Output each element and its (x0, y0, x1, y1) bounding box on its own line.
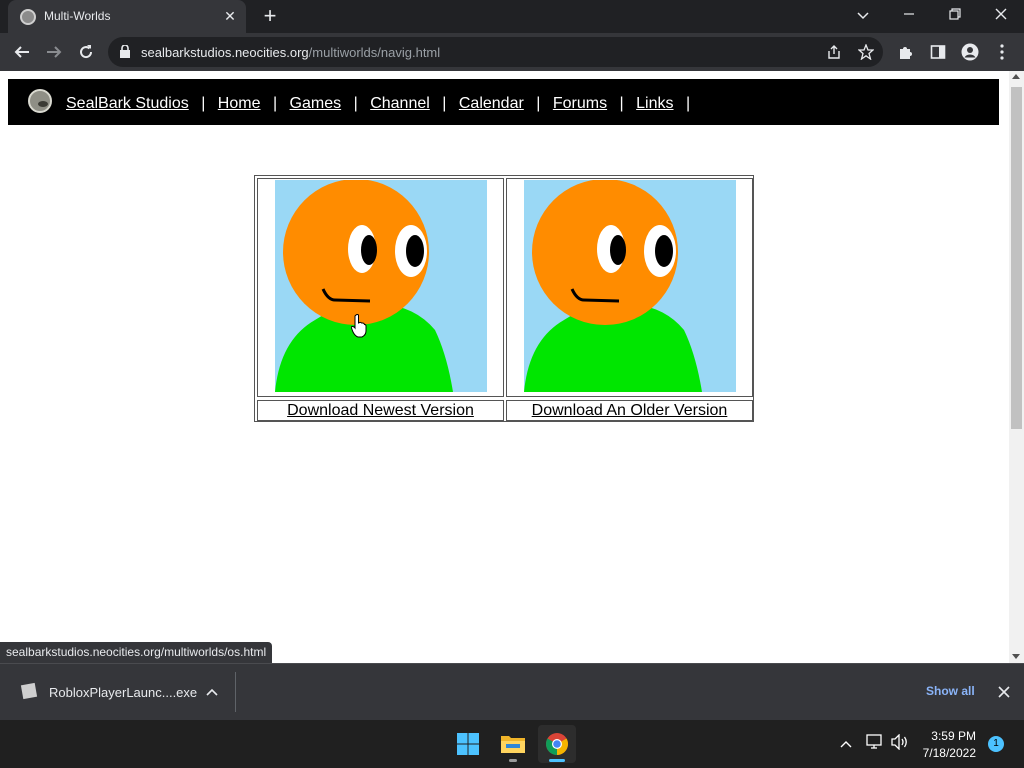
tab-multi-worlds[interactable]: Multi-Worlds ✕ (8, 0, 246, 33)
back-arrow-icon[interactable] (8, 38, 36, 66)
scrollbar-thumb[interactable] (1011, 87, 1022, 429)
extensions-puzzle-icon[interactable] (892, 38, 920, 66)
restore-icon[interactable] (932, 0, 978, 30)
download-file-name: RobloxPlayerLaunc....exe (49, 685, 198, 700)
nav-link-home[interactable]: Home (218, 95, 261, 112)
app-active-indicator (549, 759, 565, 762)
start-button-windows-icon[interactable] (449, 725, 487, 763)
nav-link-sealbark-studios[interactable]: SealBark Studios (66, 95, 189, 112)
scroll-up-arrow-icon[interactable] (1012, 74, 1020, 79)
lock-icon[interactable] (120, 45, 130, 58)
menu-kebab-icon[interactable] (988, 38, 1016, 66)
download-shelf: RobloxPlayerLaunc....exe Show all (0, 663, 1024, 720)
download-item[interactable]: RobloxPlayerLaunc....exe (10, 672, 236, 712)
notification-badge[interactable]: 1 (988, 736, 1004, 752)
close-tab-icon[interactable]: ✕ (220, 6, 240, 26)
address-bar[interactable]: sealbarkstudios.neocities.org/multiworld… (108, 37, 883, 67)
nav-separator: | (685, 95, 691, 112)
url-text[interactable]: sealbarkstudios.neocities.org/multiworld… (141, 45, 440, 60)
reload-icon[interactable] (72, 38, 100, 66)
table-cell-image-newest (257, 178, 504, 397)
show-all-button[interactable]: Show all (926, 684, 975, 698)
download-older-link[interactable]: Download An Older Version (532, 402, 728, 419)
bookmark-star-icon[interactable] (852, 38, 880, 66)
nav-link-forums[interactable]: Forums (553, 95, 607, 112)
browser-toolbar: sealbarkstudios.neocities.org/multiworld… (0, 33, 1024, 71)
chevron-up-icon[interactable] (206, 688, 218, 696)
roblox-file-icon (20, 682, 38, 700)
download-newest-link[interactable]: Download Newest Version (287, 402, 474, 419)
table-cell-link-older: Download An Older Version (506, 400, 753, 421)
character-image-newest[interactable] (275, 180, 487, 392)
nav-separator: | (201, 95, 206, 112)
close-window-icon[interactable] (978, 0, 1024, 30)
nav-link-channel[interactable]: Channel (370, 95, 430, 112)
tab-search-chevron-icon[interactable] (840, 0, 886, 30)
download-table: Download Newest Version Download An Olde… (254, 175, 754, 422)
nav-separator: | (353, 95, 358, 112)
table-cell-link-newest: Download Newest Version (257, 400, 504, 421)
tab-title: Multi-Worlds (44, 9, 111, 23)
site-favicon-icon (20, 9, 36, 25)
nav-link-links[interactable]: Links (636, 95, 673, 112)
sealbark-logo-icon (28, 89, 52, 113)
show-hidden-icons-chevron-icon[interactable] (840, 740, 852, 748)
site-header-bar: SealBark Studios | Home | Games | Channe… (8, 79, 999, 125)
link-status-bubble: sealbarkstudios.neocities.org/multiworld… (0, 642, 273, 663)
nav-separator: | (536, 95, 541, 112)
chrome-taskbar-icon[interactable] (538, 725, 576, 763)
nav-separator: | (272, 95, 278, 112)
profile-avatar-icon[interactable] (956, 38, 984, 66)
character-image-older[interactable] (524, 180, 736, 392)
forward-arrow-icon[interactable] (40, 38, 68, 66)
hand-pointer-cursor-icon (351, 314, 367, 338)
app-running-indicator (509, 759, 517, 762)
windows-taskbar: 3:59 PM 7/18/2022 1 (0, 720, 1024, 768)
nav-link-calendar[interactable]: Calendar (459, 95, 524, 112)
nav-link-games[interactable]: Games (290, 95, 342, 112)
tab-strip: Multi-Worlds ✕ + (0, 0, 1024, 33)
site-nav: SealBark Studios | Home | Games | Channe… (66, 95, 698, 113)
share-icon[interactable] (820, 38, 848, 66)
nav-separator: | (442, 95, 447, 112)
minimize-icon[interactable] (886, 0, 932, 30)
table-cell-image-older (506, 178, 753, 397)
nav-separator: | (619, 95, 624, 112)
close-shelf-icon[interactable] (998, 686, 1010, 698)
network-icon[interactable] (866, 734, 884, 750)
volume-icon[interactable] (891, 734, 909, 750)
page-scrollbar[interactable] (1009, 71, 1024, 663)
side-panel-icon[interactable] (924, 38, 952, 66)
new-tab-plus-icon[interactable]: + (258, 5, 282, 29)
clock-time[interactable]: 3:59 PM (918, 729, 976, 743)
page-viewport: SealBark Studios | Home | Games | Channe… (0, 71, 1024, 663)
clock-date[interactable]: 7/18/2022 (918, 746, 976, 760)
file-explorer-folder-icon[interactable] (494, 725, 532, 763)
scroll-down-arrow-icon[interactable] (1012, 654, 1020, 659)
